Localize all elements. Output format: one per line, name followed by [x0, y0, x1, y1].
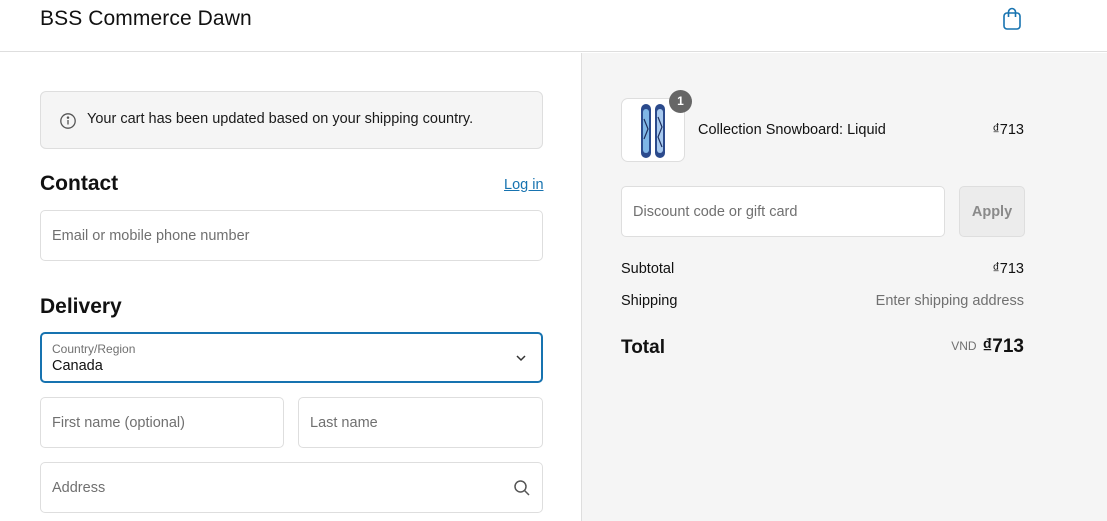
quantity-badge: 1: [669, 90, 692, 113]
login-link[interactable]: Log in: [504, 177, 544, 193]
notice-text: Your cart has been updated based on your…: [87, 111, 474, 127]
cart-updated-notice: Your cart has been updated based on your…: [40, 91, 543, 149]
chevron-down-icon: [514, 351, 528, 365]
subtotal-label: Subtotal: [621, 261, 675, 277]
total-amount: VND ₫713: [951, 336, 1024, 358]
first-name-input[interactable]: [52, 398, 272, 447]
email-input[interactable]: [52, 211, 531, 260]
address-input[interactable]: [52, 463, 531, 512]
country-region-select[interactable]: Country/Region Canada: [40, 332, 543, 383]
total-value: ₫713: [982, 336, 1024, 357]
search-icon[interactable]: [513, 479, 531, 497]
shipping-value: Enter shipping address: [875, 293, 1024, 309]
shopping-bag-icon[interactable]: [1000, 6, 1024, 32]
last-name-field[interactable]: [298, 397, 543, 448]
product-price: ₫713: [992, 122, 1024, 138]
product-name: Collection Snowboard: Liquid: [698, 122, 886, 138]
delivery-heading: Delivery: [40, 295, 122, 318]
info-icon: [59, 112, 77, 130]
order-summary: 1 Collection Snowboard: Liquid ₫713 Appl…: [581, 53, 1107, 521]
discount-field[interactable]: [621, 186, 945, 237]
contact-heading: Contact: [40, 172, 119, 195]
header: BSS Commerce Dawn: [0, 0, 1107, 52]
apply-button[interactable]: Apply: [959, 186, 1025, 237]
shipping-label: Shipping: [621, 293, 678, 309]
subtotal-value: ₫713: [992, 261, 1024, 277]
country-region-value: Canada: [52, 358, 103, 374]
checkout-form: Your cart has been updated based on your…: [0, 53, 581, 521]
discount-input[interactable]: [633, 187, 933, 236]
first-name-field[interactable]: [40, 397, 284, 448]
currency-code: VND: [951, 339, 977, 353]
country-region-label: Country/Region: [52, 342, 136, 356]
address-field[interactable]: [40, 462, 543, 513]
total-label: Total: [621, 337, 665, 358]
email-field[interactable]: [40, 210, 543, 261]
store-name[interactable]: BSS Commerce Dawn: [40, 7, 252, 31]
last-name-input[interactable]: [310, 398, 531, 447]
